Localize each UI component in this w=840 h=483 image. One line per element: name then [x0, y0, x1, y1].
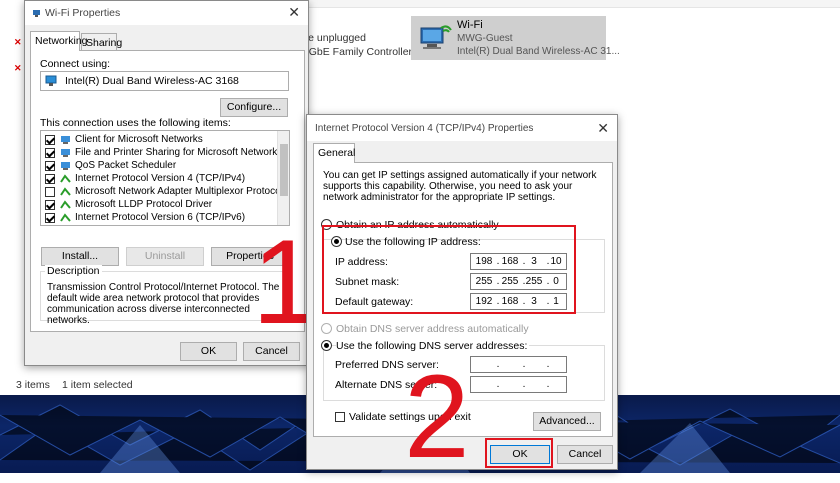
network-adapter-icon: [420, 25, 452, 49]
item-label: Client for Microsoft Networks: [75, 134, 203, 145]
connection-status-text: ble unplugged: [300, 32, 366, 44]
left-strip: ✕ ✕: [0, 0, 24, 377]
list-item[interactable]: Internet Protocol Version 6 (TCP/IPv6): [45, 212, 275, 225]
qos-icon: [61, 162, 70, 170]
wifi-adapter: Intel(R) Dual Band Wireless-AC 31...: [457, 46, 620, 57]
sharing-icon: [61, 149, 70, 157]
tab-general[interactable]: General: [313, 143, 355, 163]
scrollbar[interactable]: [277, 131, 289, 225]
item-label: File and Printer Sharing for Microsoft N…: [75, 147, 283, 158]
item-label: Internet Protocol Version 4 (TCP/IPv4): [75, 173, 246, 184]
list-item[interactable]: Client for Microsoft Networks: [45, 134, 275, 147]
close-icon[interactable]: ✕: [288, 4, 300, 21]
step-2-annotation: 2: [404, 351, 470, 483]
list-item[interactable]: Microsoft Network Adapter Multiplexor Pr…: [45, 186, 283, 199]
configure-button[interactable]: Configure...: [220, 98, 288, 117]
connection-adapter-text: e GbE Family Controller: [300, 46, 413, 58]
description-text: Transmission Control Protocol/Internet P…: [47, 282, 280, 326]
close-icon[interactable]: ✕: [597, 120, 609, 137]
tab-networking[interactable]: Networking: [30, 31, 88, 51]
item-label: QoS Packet Scheduler: [75, 160, 177, 171]
item-label: Microsoft LLDP Protocol Driver: [75, 199, 213, 210]
install-button[interactable]: Install...: [41, 247, 119, 266]
use-following-dns-radio[interactable]: [321, 340, 332, 351]
checkbox[interactable]: [45, 135, 55, 145]
selection-count: 1 item selected: [62, 379, 133, 391]
obtain-dns-auto-label: Obtain DNS server address automatically: [336, 323, 529, 335]
dialog-title: Internet Protocol Version 4 (TCP/IPv4) P…: [315, 123, 534, 134]
ip-settings-highlight: [322, 225, 576, 314]
ok-button-highlight: [485, 438, 553, 468]
preferred-dns-field[interactable]: ...: [470, 356, 567, 373]
status-bar: 3 items 1 item selected: [0, 377, 300, 393]
obtain-dns-auto-radio[interactable]: [321, 323, 332, 334]
dialog-title: Wi-Fi Properties: [45, 7, 121, 19]
items-label: This connection uses the following items…: [40, 117, 231, 129]
uninstall-button[interactable]: Uninstall: [126, 247, 204, 266]
list-item[interactable]: Internet Protocol Version 4 (TCP/IPv4): [45, 173, 275, 186]
ok-button[interactable]: OK: [180, 342, 237, 361]
protocol-icon: [60, 213, 71, 222]
description-label: Description: [45, 265, 102, 277]
checkbox[interactable]: [45, 161, 55, 171]
wifi-name: Wi-Fi: [457, 19, 483, 31]
adapter-name: Intel(R) Dual Band Wireless-AC 3168: [65, 75, 239, 87]
protocol-icon: [60, 174, 71, 183]
titlebar: Wi-Fi Properties ✕: [25, 1, 308, 25]
list-item[interactable]: Microsoft LLDP Protocol Driver: [45, 199, 275, 212]
list-item[interactable]: File and Printer Sharing for Microsoft N…: [45, 147, 282, 160]
checkbox[interactable]: [45, 213, 55, 223]
item-label: Internet Protocol Version 6 (TCP/IPv6): [75, 212, 246, 223]
titlebar: Internet Protocol Version 4 (TCP/IPv4) P…: [307, 115, 617, 141]
advanced-button[interactable]: Advanced...: [533, 412, 601, 431]
toolbar-strip: [290, 0, 840, 8]
adapter-field: Intel(R) Dual Band Wireless-AC 3168: [40, 71, 289, 91]
checkbox[interactable]: [45, 174, 55, 184]
wifi-network: MWG-Guest: [457, 33, 513, 44]
wifi-connection-tile[interactable]: Wi-Fi MWG-Guest Intel(R) Dual Band Wirel…: [411, 16, 620, 60]
client-icon: [61, 136, 70, 144]
red-x-icon: ✕: [14, 37, 22, 47]
connect-using-label: Connect using:: [40, 58, 111, 70]
item-count: 3 items: [16, 379, 50, 391]
alternate-dns-field[interactable]: ...: [470, 376, 567, 393]
list-item[interactable]: QoS Packet Scheduler: [45, 160, 275, 173]
validate-checkbox[interactable]: [335, 412, 345, 422]
intro-text: You can get IP settings assigned automat…: [323, 170, 597, 203]
red-x-icon: ✕: [14, 63, 22, 73]
checkbox[interactable]: [45, 187, 55, 197]
network-adapter-icon: [45, 75, 57, 86]
protocol-icon: [60, 200, 71, 209]
checkbox[interactable]: [45, 148, 55, 158]
protocol-icon: [60, 187, 71, 196]
network-icon: [33, 10, 40, 17]
cancel-button[interactable]: Cancel: [557, 445, 613, 464]
checkbox[interactable]: [45, 200, 55, 210]
items-list: Client for Microsoft Networks File and P…: [40, 130, 290, 226]
item-label: Microsoft Network Adapter Multiplexor Pr…: [75, 186, 283, 197]
scrollbar-thumb[interactable]: [280, 144, 288, 196]
